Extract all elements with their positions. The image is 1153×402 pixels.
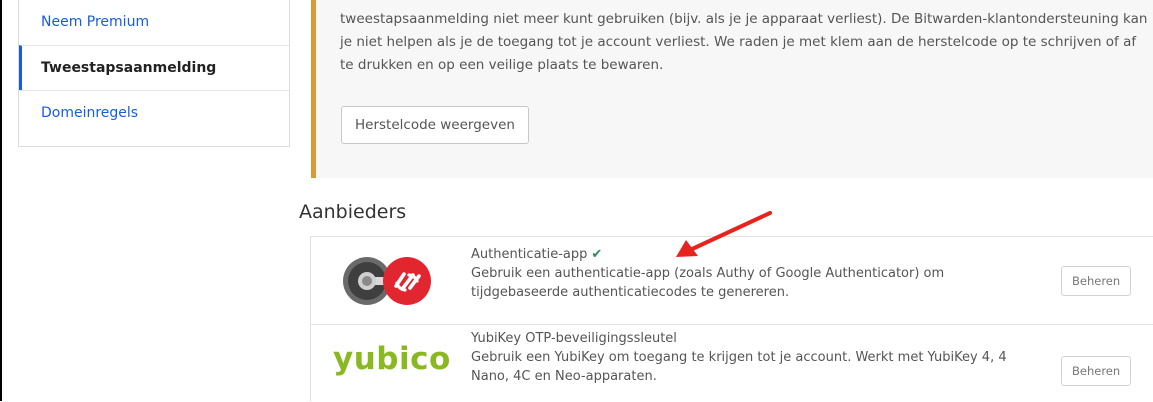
settings-sidebar: Neem Premium Tweestapsaanmelding Domeinr… [18, 0, 290, 147]
authy-icon [333, 255, 453, 311]
sidebar-item-domain-rules[interactable]: Domeinregels [19, 90, 289, 135]
sidebar-item-two-step-login[interactable]: Tweestapsaanmelding [19, 45, 289, 90]
yubikey-details: YubiKey OTP-beveiligingssleutel Gebruik … [471, 329, 1031, 386]
provider-row-yubikey: yubico YubiKey OTP-beveiligingssleutel G… [311, 324, 1153, 402]
recovery-code-warning: tweestapsaanmelding niet meer kunt gebru… [311, 0, 1153, 178]
sidebar-item-premium[interactable]: Neem Premium [19, 0, 289, 45]
authenticator-description: Gebruik een authenticatie-app (zoals Aut… [471, 266, 945, 300]
warning-text: tweestapsaanmelding niet meer kunt gebru… [340, 11, 1148, 73]
enabled-check-icon: ✔ [591, 247, 603, 262]
manage-authenticator-button[interactable]: Beheren [1061, 266, 1132, 296]
annotation-arrow-icon [676, 211, 772, 257]
yubikey-title: YubiKey OTP-beveiligingssleutel [471, 331, 677, 346]
authenticator-title: Authenticatie-app [471, 247, 588, 262]
yubikey-description: Gebruik een YubiKey om toegang te krijge… [471, 350, 1007, 384]
view-recovery-code-button[interactable]: Herstelcode weergeven [341, 106, 529, 144]
window-edge [0, 0, 2, 401]
yubico-logo: yubico [333, 341, 451, 377]
providers-heading: Aanbieders [299, 201, 407, 223]
manage-yubikey-button[interactable]: Beheren [1061, 356, 1132, 386]
